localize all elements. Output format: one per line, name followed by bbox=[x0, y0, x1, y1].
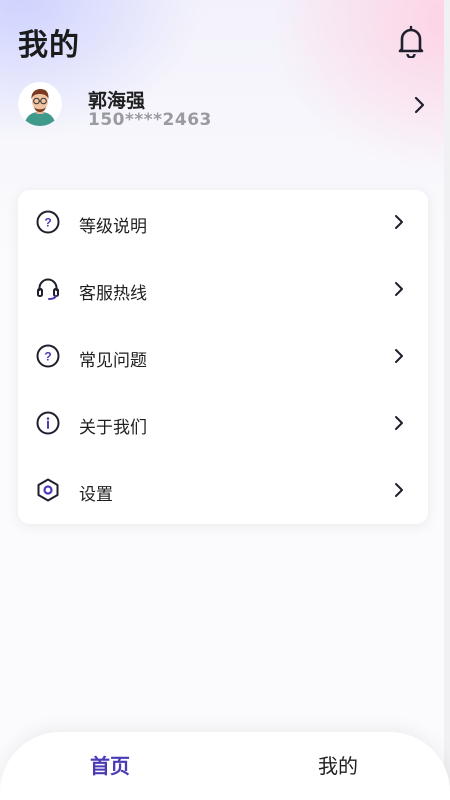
menu-item-about-us[interactable]: 关于我们 bbox=[18, 391, 428, 458]
menu-item-label: 关于我们 bbox=[79, 418, 147, 438]
settings-hexagon-icon bbox=[37, 478, 59, 502]
menu-item-label: 客服热线 bbox=[79, 284, 147, 304]
bottom-tab-bar: 首页 我的 bbox=[0, 732, 450, 800]
headset-icon bbox=[37, 278, 59, 300]
profile-row[interactable]: 郭海强 150****2463 bbox=[18, 80, 432, 132]
svg-text:?: ? bbox=[44, 216, 51, 230]
profile-name: 郭海强 bbox=[88, 90, 146, 112]
page-title: 我的 bbox=[18, 28, 80, 63]
chevron-right-icon bbox=[414, 96, 425, 114]
menu-item-label: 设置 bbox=[79, 485, 113, 505]
svg-text:?: ? bbox=[44, 350, 51, 364]
question-circle-icon: ? bbox=[36, 210, 60, 234]
chevron-right-icon bbox=[395, 215, 403, 229]
chevron-right-icon bbox=[395, 349, 403, 363]
profile-phone: 150****2463 bbox=[88, 110, 212, 130]
notification-bell-icon[interactable] bbox=[396, 24, 426, 58]
menu-item-label: 常见问题 bbox=[79, 351, 147, 371]
menu-item-customer-service[interactable]: 客服热线 bbox=[18, 257, 428, 324]
question-circle-icon: ? bbox=[36, 344, 60, 368]
avatar bbox=[18, 82, 62, 126]
menu-item-label: 等级说明 bbox=[79, 217, 147, 237]
menu-item-faq[interactable]: ? 常见问题 bbox=[18, 324, 428, 391]
menu-item-settings[interactable]: 设置 bbox=[18, 458, 428, 525]
chevron-right-icon bbox=[395, 416, 403, 430]
menu-item-level-description[interactable]: ? 等级说明 bbox=[18, 190, 428, 257]
tab-mine[interactable]: 我的 bbox=[318, 750, 358, 779]
chevron-right-icon bbox=[395, 282, 403, 296]
chevron-right-icon bbox=[395, 483, 403, 497]
info-circle-icon bbox=[36, 411, 60, 435]
scroll-edge bbox=[444, 0, 450, 800]
avatar-image bbox=[18, 82, 62, 126]
tab-home[interactable]: 首页 bbox=[90, 750, 130, 779]
menu-card: ? 等级说明 客服热线 ? 常见问题 关于我们 设置 bbox=[18, 190, 428, 524]
